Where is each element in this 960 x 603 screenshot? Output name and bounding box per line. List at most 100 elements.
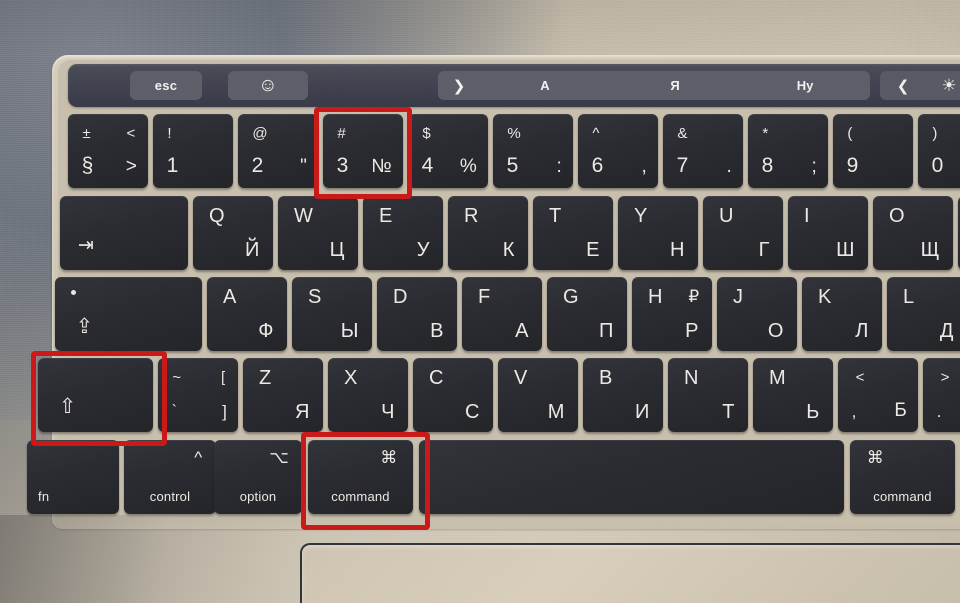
key-a[interactable]: A Ф bbox=[207, 277, 287, 351]
key-glyph-latin: D bbox=[393, 286, 408, 309]
key-glyph-cyrillic: Ч bbox=[381, 400, 395, 423]
key-9[interactable]: ( 9 bbox=[833, 114, 913, 188]
touchbar-emoji-button[interactable]: ☺ bbox=[228, 71, 308, 100]
key-t[interactable]: T Е bbox=[533, 196, 613, 270]
key-caps-lock[interactable]: ⇪ bbox=[55, 277, 202, 351]
key-u[interactable]: U Г bbox=[703, 196, 783, 270]
key-fn[interactable]: fn bbox=[27, 440, 119, 514]
key-glyph-cyrillic: Т bbox=[722, 400, 735, 423]
key-6[interactable]: ^ 6 , bbox=[578, 114, 658, 188]
key-space[interactable] bbox=[419, 440, 844, 514]
key-j[interactable]: J О bbox=[717, 277, 797, 351]
touchbar-suggestion-2[interactable]: Я bbox=[610, 78, 740, 93]
key-8[interactable]: * 8 ; bbox=[748, 114, 828, 188]
key-glyph-latin: Q bbox=[209, 205, 225, 228]
key-glyph-cyrillic: И bbox=[635, 400, 650, 423]
key-glyph-bottom-right: Б bbox=[894, 400, 907, 422]
key-0[interactable]: ) 0 bbox=[918, 114, 960, 188]
key-glyph-bottom-right: : bbox=[556, 156, 562, 178]
key-glyph-latin: H bbox=[648, 286, 663, 309]
key-b[interactable]: B И bbox=[583, 358, 663, 432]
key-s[interactable]: S Ы bbox=[292, 277, 372, 351]
key-command-left[interactable]: ⌘ command bbox=[308, 440, 413, 514]
key-k[interactable]: K Л bbox=[802, 277, 882, 351]
key-glyph-bottom-right: > bbox=[125, 156, 137, 178]
key-glyph-bottom-left: 1 bbox=[166, 154, 179, 178]
key-1[interactable]: ! 1 bbox=[153, 114, 233, 188]
key-glyph-cyrillic: Ь bbox=[806, 400, 820, 423]
key-glyph-cyrillic: Щ bbox=[920, 238, 940, 261]
key-glyph-latin: W bbox=[294, 205, 313, 228]
key-glyph-cyrillic: Ф bbox=[258, 319, 274, 342]
key-glyph-bottom-right: ; bbox=[811, 156, 817, 178]
key-y[interactable]: Y Н bbox=[618, 196, 698, 270]
key-glyph-top-left: ! bbox=[167, 124, 172, 142]
key-control[interactable]: ^ control bbox=[124, 440, 216, 514]
key-v[interactable]: V М bbox=[498, 358, 578, 432]
key-l[interactable]: L Д bbox=[887, 277, 960, 351]
key-glyph-bottom-left: . bbox=[936, 402, 942, 422]
key-glyph-top-left: ( bbox=[847, 124, 853, 142]
smiley-face-icon: ☺ bbox=[258, 75, 278, 96]
key-period[interactable]: > . bbox=[923, 358, 960, 432]
key-2[interactable]: @ 2 " bbox=[238, 114, 318, 188]
key-shift-left[interactable]: ⇧ bbox=[38, 358, 153, 432]
key-glyph-top-left: $ bbox=[422, 124, 431, 142]
key-z[interactable]: Z Я bbox=[243, 358, 323, 432]
touchbar-suggestion-1[interactable]: А bbox=[480, 78, 610, 93]
key-glyph-top-left: # bbox=[337, 124, 346, 142]
key-h[interactable]: H ₽ Р bbox=[632, 277, 712, 351]
caret-up-icon: ^ bbox=[194, 447, 203, 467]
key-q[interactable]: Q Й bbox=[193, 196, 273, 270]
key-option[interactable]: ⌥ option bbox=[214, 440, 302, 514]
key-7[interactable]: & 7 . bbox=[663, 114, 743, 188]
chevron-right-icon[interactable]: ❯ bbox=[438, 77, 480, 95]
key-r[interactable]: R К bbox=[448, 196, 528, 270]
key-f[interactable]: F А bbox=[462, 277, 542, 351]
key-3[interactable]: # 3 № bbox=[323, 114, 403, 188]
key-e[interactable]: E У bbox=[363, 196, 443, 270]
key-c[interactable]: C С bbox=[413, 358, 493, 432]
key-4[interactable]: $ 4 % bbox=[408, 114, 488, 188]
key-glyph-latin: K bbox=[818, 286, 832, 309]
key-glyph-top-left: * bbox=[762, 124, 769, 142]
key-g[interactable]: G П bbox=[547, 277, 627, 351]
touchbar-suggestion-strip[interactable]: ❯ А Я Ну bbox=[438, 71, 870, 100]
key-i[interactable]: I Ш bbox=[788, 196, 868, 270]
option-icon: ⌥ bbox=[269, 447, 289, 467]
touchbar-control-strip[interactable]: ❮ ☀ bbox=[880, 71, 960, 100]
key-glyph-bottom-left: ` bbox=[171, 403, 177, 421]
key-glyph-latin: F bbox=[478, 286, 491, 309]
key-n[interactable]: N Т bbox=[668, 358, 748, 432]
touchbar-suggestion-3[interactable]: Ну bbox=[740, 78, 870, 93]
key-glyph-cyrillic: Ы bbox=[340, 319, 359, 342]
key-glyph-cyrillic: Д bbox=[939, 319, 954, 342]
key-comma[interactable]: < , Б bbox=[838, 358, 918, 432]
key-glyph-latin: B bbox=[599, 367, 613, 390]
touch-bar[interactable]: esc ☺ ❯ А Я Ну ❮ ☀ bbox=[68, 64, 960, 107]
key-w[interactable]: W Ц bbox=[278, 196, 358, 270]
key-label-command: command bbox=[873, 488, 932, 504]
key-m[interactable]: M Ь bbox=[753, 358, 833, 432]
key-bracket[interactable]: ~ [ ` ] bbox=[158, 358, 238, 432]
trackpad[interactable] bbox=[300, 543, 960, 603]
key-section[interactable]: ± < § > bbox=[68, 114, 148, 188]
key-glyph-bottom-right: . bbox=[726, 156, 732, 178]
key-glyph-latin: L bbox=[903, 286, 915, 309]
command-icon: ⌘ bbox=[380, 447, 398, 467]
key-glyph-top-left: @ bbox=[252, 124, 268, 142]
touchbar-esc-button[interactable]: esc bbox=[130, 71, 202, 100]
key-x[interactable]: X Ч bbox=[328, 358, 408, 432]
key-tab[interactable]: ⇥ bbox=[60, 196, 188, 270]
key-glyph-top-left: ^ bbox=[592, 124, 600, 142]
key-o[interactable]: O Щ bbox=[873, 196, 953, 270]
key-d[interactable]: D В bbox=[377, 277, 457, 351]
key-command-right[interactable]: ⌘ command bbox=[850, 440, 955, 514]
key-glyph-latin: T bbox=[549, 205, 562, 228]
key-5[interactable]: % 5 : bbox=[493, 114, 573, 188]
chevron-left-icon[interactable]: ❮ bbox=[880, 77, 926, 95]
brightness-icon[interactable]: ☀ bbox=[926, 76, 960, 96]
key-glyph-cyrillic: П bbox=[599, 319, 614, 342]
key-glyph-latin: R bbox=[464, 205, 479, 228]
key-glyph-cyrillic: Ш bbox=[836, 238, 855, 261]
